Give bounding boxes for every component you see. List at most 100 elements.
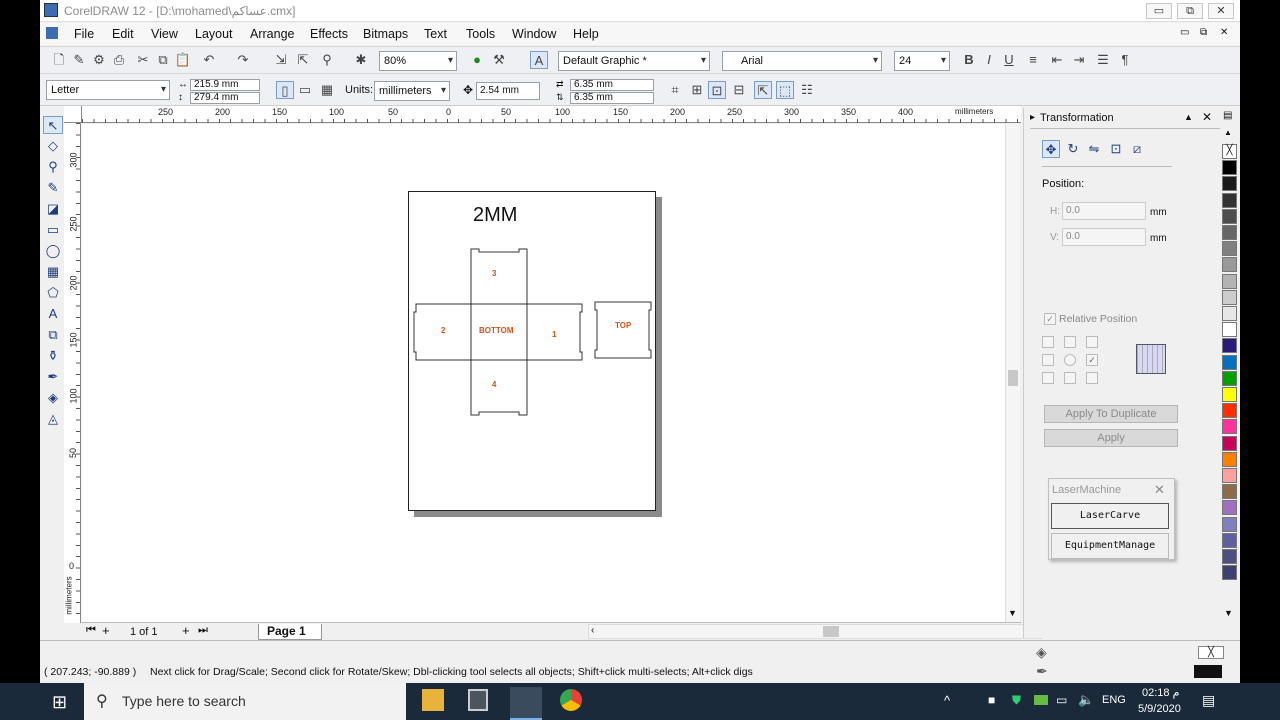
smart-fill-icon[interactable]: ◪ <box>43 200 63 218</box>
rectangle-tool-icon[interactable]: ▭ <box>43 221 63 239</box>
apply-to-duplicate-button[interactable]: Apply To Duplicate <box>1044 405 1178 423</box>
laser-carve-button[interactable]: LaserCarve <box>1051 503 1169 529</box>
draw-bounding-icon[interactable]: ⬚ <box>776 81 794 99</box>
doc-close-button[interactable]: ✕ <box>1220 27 1228 38</box>
nudge-field[interactable]: 2.54 mm <box>476 82 540 100</box>
scroll-down-icon[interactable]: ▼ <box>1008 608 1017 618</box>
paste-icon[interactable]: 📋 <box>174 51 192 69</box>
print-icon[interactable]: ⎙ <box>110 51 128 69</box>
h-scroll-thumb[interactable] <box>823 626 839 637</box>
tray-app-icon[interactable]: ■ <box>988 693 995 707</box>
palette-scroll-down-icon[interactable]: ▼ <box>1224 608 1233 618</box>
color-swatch[interactable] <box>1222 241 1237 257</box>
interactive-blend-icon[interactable]: ⧉ <box>43 326 63 344</box>
position-tab-icon[interactable]: ✥ <box>1042 140 1060 158</box>
options-list-icon[interactable]: ☷ <box>798 81 816 99</box>
docker-pin-icon[interactable]: ▸ <box>1030 112 1035 123</box>
cut-icon[interactable]: ✂ <box>134 51 152 69</box>
color-swatch[interactable] <box>1222 532 1237 548</box>
snap-objects-icon[interactable]: ⊡ <box>708 81 726 99</box>
color-swatch[interactable] <box>1222 354 1237 370</box>
menu-help[interactable]: Help <box>573 27 599 41</box>
page-layout-icon[interactable]: ▦ <box>318 81 336 99</box>
dynamic-guides-icon[interactable]: ⊟ <box>730 81 748 99</box>
anchor-point[interactable] <box>1042 336 1054 348</box>
color-swatch[interactable] <box>1222 338 1237 354</box>
color-swatch[interactable] <box>1222 289 1237 305</box>
zoom-combo[interactable]: 80% ▾ <box>379 51 457 71</box>
doc-minimize-button[interactable]: ▭ <box>1180 27 1189 38</box>
page-width-field[interactable]: 215.9 mm <box>190 79 260 91</box>
menu-file[interactable]: File <box>74 27 94 41</box>
font-combo[interactable]: Arial ▾ <box>722 51 882 71</box>
close-button[interactable]: ✕ <box>1208 3 1234 19</box>
new-icon[interactable]: 🗋 <box>50 51 68 69</box>
bold-icon[interactable]: B <box>960 51 978 69</box>
menu-window[interactable]: Window <box>512 27 556 41</box>
landscape-icon[interactable]: ▭ <box>296 81 314 99</box>
color-swatch[interactable] <box>1222 468 1237 483</box>
file-explorer-icon[interactable] <box>422 689 444 711</box>
underline-icon[interactable]: U <box>1000 51 1018 69</box>
color-swatch[interactable] <box>1222 549 1237 564</box>
chrome-icon[interactable] <box>560 689 582 711</box>
graph-paper-icon[interactable]: ▦ <box>43 263 63 281</box>
color-swatch[interactable] <box>1222 160 1237 176</box>
anchor-point[interactable]: ✓ <box>1086 354 1098 366</box>
drawing-page[interactable]: 2MM 3 2 BOTTOM 1 4 TOP <box>408 191 656 511</box>
docker-collapse-icon[interactable]: ▲ <box>1184 112 1193 122</box>
basic-shapes-icon[interactable]: ⬠ <box>43 284 63 302</box>
redo-icon[interactable]: ↷ <box>234 51 252 69</box>
first-page-icon[interactable]: ⏮ <box>86 624 96 637</box>
duplicate-x-field[interactable]: 6.35 mm <box>570 79 654 91</box>
color-swatch[interactable] <box>1222 516 1237 532</box>
h-position-field[interactable]: 0.0 <box>1062 202 1146 220</box>
anchor-point[interactable] <box>1064 336 1076 348</box>
anchor-point[interactable] <box>1064 372 1076 384</box>
text-tool-icon[interactable]: A <box>530 51 548 69</box>
no-fill-swatch[interactable]: ╳ <box>1198 646 1224 659</box>
calculator-icon[interactable] <box>468 689 488 711</box>
scale-tab-icon[interactable]: ⇋ <box>1085 140 1103 158</box>
open-icon[interactable]: ✎ <box>70 51 88 69</box>
snap-grid-icon[interactable]: ⌗ <box>666 81 684 99</box>
apply-button[interactable]: Apply <box>1044 429 1178 447</box>
corel-online-icon[interactable]: ✱ <box>352 51 370 69</box>
taskbar-search[interactable]: ⚲ Type here to search <box>84 683 406 720</box>
color-swatch[interactable] <box>1222 322 1237 338</box>
fill-indicator-icon[interactable]: ◈ <box>1036 644 1047 661</box>
palette-menu-icon[interactable]: ▤ <box>1223 110 1232 121</box>
snap-guides-icon[interactable]: ⊞ <box>688 81 706 99</box>
anchor-point[interactable] <box>1042 354 1054 366</box>
color-swatch[interactable] <box>1222 176 1237 192</box>
scroll-thumb[interactable] <box>1008 370 1018 386</box>
text-tool-icon[interactable]: A <box>43 305 63 323</box>
menu-edit[interactable]: Edit <box>112 27 134 41</box>
last-page-icon[interactable]: ⏭ <box>198 624 208 637</box>
page-height-field[interactable]: 279.4 mm <box>190 92 260 104</box>
go-icon[interactable]: ● <box>468 51 486 69</box>
outline-indicator-icon[interactable]: ✒ <box>1036 663 1048 680</box>
add-page-before-icon[interactable]: + <box>102 623 110 638</box>
ellipse-tool-icon[interactable]: ◯ <box>43 242 63 260</box>
tray-nvidia-icon[interactable] <box>1034 695 1048 705</box>
menu-layout[interactable]: Layout <box>195 27 233 41</box>
menu-text[interactable]: Text <box>424 27 447 41</box>
palette-scroll-up-icon[interactable]: ▲ <box>1224 128 1232 137</box>
undo-icon[interactable]: ↶ <box>200 51 218 69</box>
windows-start-icon[interactable]: ⊞ <box>52 692 67 713</box>
pick-tool-icon[interactable]: ↖ <box>43 116 63 134</box>
volume-icon[interactable]: 🔈 <box>1078 692 1094 708</box>
italic-icon[interactable]: I <box>980 51 998 69</box>
anchor-point[interactable] <box>1042 372 1054 384</box>
relative-position-checkbox[interactable]: ✓ <box>1044 313 1056 325</box>
menu-arrange[interactable]: Arrange <box>250 27 294 41</box>
tray-chevron-icon[interactable]: ^ <box>944 693 950 708</box>
menu-effects[interactable]: Effects <box>310 27 348 41</box>
horizontal-scrollbar[interactable]: ‹ › <box>588 624 1043 639</box>
anchor-point[interactable] <box>1064 354 1076 366</box>
ruler-corner[interactable] <box>64 106 82 123</box>
color-swatch[interactable] <box>1222 387 1237 402</box>
app-launcher-icon[interactable]: ⚲ <box>318 51 336 69</box>
eyedropper-icon[interactable]: ⚱ <box>43 347 63 365</box>
